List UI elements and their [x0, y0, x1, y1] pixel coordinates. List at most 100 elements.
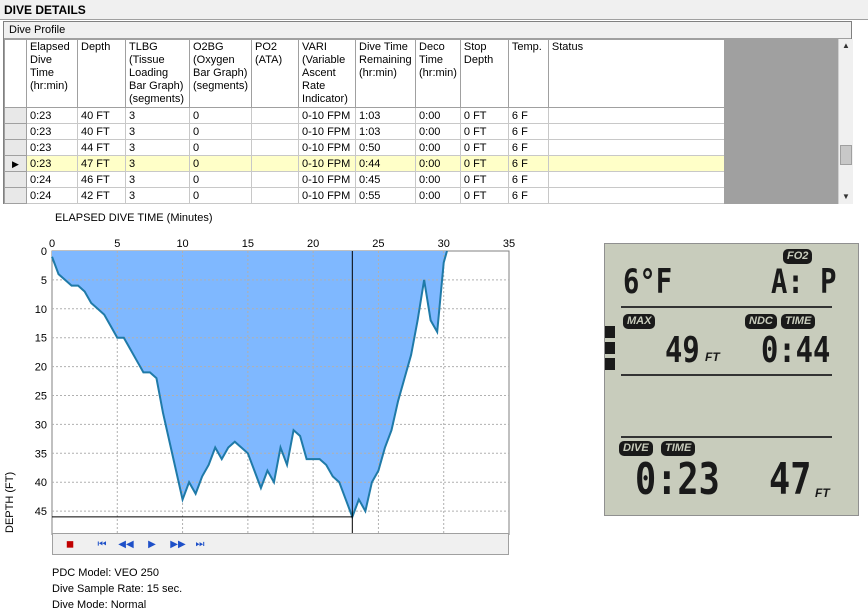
table-cell[interactable]: 0 — [188, 139, 253, 156]
skip-to-start-button[interactable]: ⏮ — [93, 537, 111, 552]
scroll-down-icon[interactable]: ▼ — [839, 190, 853, 204]
scroll-up-icon[interactable]: ▲ — [839, 39, 853, 53]
table-cell[interactable]: 0:44 — [355, 155, 417, 172]
table-cell[interactable]: 0-10 FPM — [298, 123, 357, 140]
row-selector[interactable] — [4, 123, 27, 140]
table-cell[interactable] — [547, 123, 725, 140]
table-cell[interactable]: 42 FT — [77, 187, 126, 204]
table-cell[interactable]: 0:00 — [415, 187, 461, 204]
table-cell[interactable]: 6 F — [507, 139, 549, 156]
table-cell[interactable]: 3 — [125, 171, 190, 188]
table-row[interactable]: ▶ 0:23 47 FT 3 0 0-10 FPM 0:44 0:00 0 FT 6 F — [4, 155, 725, 172]
table-cell[interactable]: 6 F — [507, 155, 549, 172]
table-cell[interactable] — [251, 123, 300, 140]
table-cell[interactable]: 0-10 FPM — [298, 139, 357, 156]
table-cell[interactable] — [251, 107, 300, 124]
table-cell[interactable]: 0:00 — [415, 139, 461, 156]
table-cell[interactable] — [547, 171, 725, 188]
table-cell[interactable]: 0 — [188, 155, 253, 172]
column-header[interactable]: Depth — [77, 39, 126, 108]
table-cell[interactable]: 0:55 — [355, 187, 417, 204]
column-header[interactable]: Stop Depth — [459, 39, 509, 108]
table-cell[interactable] — [251, 171, 300, 188]
table-cell[interactable] — [547, 187, 725, 204]
table-cell[interactable]: 0 FT — [459, 139, 509, 156]
table-cell[interactable]: 0:00 — [415, 155, 461, 172]
fast-forward-button[interactable]: ▶▶ — [167, 537, 189, 552]
table-cell[interactable] — [251, 187, 300, 204]
table-row[interactable]: 0:24 46 FT 3 0 0-10 FPM 0:45 0:00 0 FT 6 F — [4, 171, 725, 188]
table-cell[interactable]: 0 — [188, 171, 253, 188]
row-selector[interactable] — [4, 139, 27, 156]
column-header[interactable]: Status — [547, 39, 725, 108]
table-cell[interactable]: 0:45 — [355, 171, 417, 188]
table-cell[interactable]: 1:03 — [355, 107, 417, 124]
table-cell[interactable]: 0:00 — [415, 171, 461, 188]
table-cell[interactable]: 3 — [125, 187, 190, 204]
table-cell[interactable]: 0 FT — [459, 155, 509, 172]
table-cell[interactable]: 1:03 — [355, 123, 417, 140]
table-cell[interactable]: 0 — [188, 123, 253, 140]
table-cell[interactable]: 0 FT — [459, 107, 509, 124]
table-cell[interactable]: 3 — [125, 139, 190, 156]
play-button[interactable]: ▶ — [141, 537, 163, 552]
table-cell[interactable]: 0 FT — [459, 187, 509, 204]
scroll-thumb[interactable] — [840, 145, 852, 165]
chart-options-button[interactable]: ◼ — [57, 537, 83, 552]
table-cell[interactable]: 3 — [125, 107, 190, 124]
table-cell[interactable]: 0:24 — [26, 187, 78, 204]
table-cell[interactable]: 40 FT — [77, 123, 126, 140]
table-cell[interactable]: 6 F — [507, 123, 549, 140]
table-row[interactable]: 0:23 40 FT 3 0 0-10 FPM 1:03 0:00 0 FT 6 F — [4, 107, 725, 124]
row-selector[interactable] — [4, 107, 27, 124]
table-cell[interactable] — [251, 139, 300, 156]
table-cell[interactable] — [547, 107, 725, 124]
column-header[interactable]: Temp. — [507, 39, 549, 108]
table-cell[interactable]: 0:23 — [26, 107, 78, 124]
row-selector[interactable] — [4, 171, 27, 188]
table-cell[interactable] — [547, 155, 725, 172]
table-cell[interactable]: 46 FT — [77, 171, 126, 188]
column-header[interactable]: Deco Time (hr:min) — [415, 39, 461, 108]
table-cell[interactable]: 6 F — [507, 171, 549, 188]
dive-profile-chart[interactable]: 0510152025303505101520253035404550 — [0, 225, 520, 535]
table-cell[interactable]: 3 — [125, 155, 190, 172]
table-vertical-scrollbar[interactable]: ▲ ▼ — [838, 39, 853, 204]
rewind-button[interactable]: ◀◀ — [115, 537, 137, 552]
table-cell[interactable]: 6 F — [507, 107, 549, 124]
table-cell[interactable]: 47 FT — [77, 155, 126, 172]
table-cell[interactable]: 3 — [125, 123, 190, 140]
table-cell[interactable]: 0 FT — [459, 171, 509, 188]
table-cell[interactable]: 0:23 — [26, 123, 78, 140]
column-header[interactable]: O2BG (Oxygen Bar Graph) (segments) — [188, 39, 253, 108]
table-cell[interactable]: 0-10 FPM — [298, 187, 357, 204]
table-cell[interactable]: 0 — [188, 187, 253, 204]
table-cell[interactable]: 44 FT — [77, 139, 126, 156]
table-cell[interactable]: 6 F — [507, 187, 549, 204]
column-header[interactable]: PO2 (ATA) — [251, 39, 300, 108]
table-cell[interactable]: 0-10 FPM — [298, 107, 357, 124]
row-selector[interactable] — [4, 187, 27, 204]
table-cell[interactable]: 40 FT — [77, 107, 126, 124]
column-header[interactable]: TLBG (Tissue Loading Bar Graph) (segment… — [125, 39, 190, 108]
table-cell[interactable]: 0-10 FPM — [298, 155, 357, 172]
column-header[interactable]: Dive Time Remaining (hr:min) — [355, 39, 417, 108]
table-cell[interactable]: 0:24 — [26, 171, 78, 188]
table-row[interactable]: 0:24 42 FT 3 0 0-10 FPM 0:55 0:00 0 FT 6 F — [4, 187, 725, 204]
table-cell[interactable]: 0:50 — [355, 139, 417, 156]
table-cell[interactable]: 0 — [188, 107, 253, 124]
table-cell[interactable]: 0:00 — [415, 107, 461, 124]
column-header[interactable]: VARI (Variable Ascent Rate Indicator) — [298, 39, 357, 108]
table-row[interactable]: 0:23 44 FT 3 0 0-10 FPM 0:50 0:00 0 FT 6 F — [4, 139, 725, 156]
table-row[interactable]: 0:23 40 FT 3 0 0-10 FPM 1:03 0:00 0 FT 6 F — [4, 123, 725, 140]
table-cell[interactable]: 0:00 — [415, 123, 461, 140]
table-cell[interactable]: 0:23 — [26, 155, 78, 172]
table-cell[interactable] — [251, 155, 300, 172]
table-cell[interactable] — [547, 139, 725, 156]
table-cell[interactable]: 0 FT — [459, 123, 509, 140]
column-header[interactable]: Elapsed Dive Time (hr:min) — [26, 39, 78, 108]
table-cell[interactable]: 0-10 FPM — [298, 171, 357, 188]
skip-to-end-button[interactable]: ⏭ — [191, 537, 209, 552]
row-selector[interactable]: ▶ — [4, 155, 27, 172]
table-cell[interactable]: 0:23 — [26, 139, 78, 156]
